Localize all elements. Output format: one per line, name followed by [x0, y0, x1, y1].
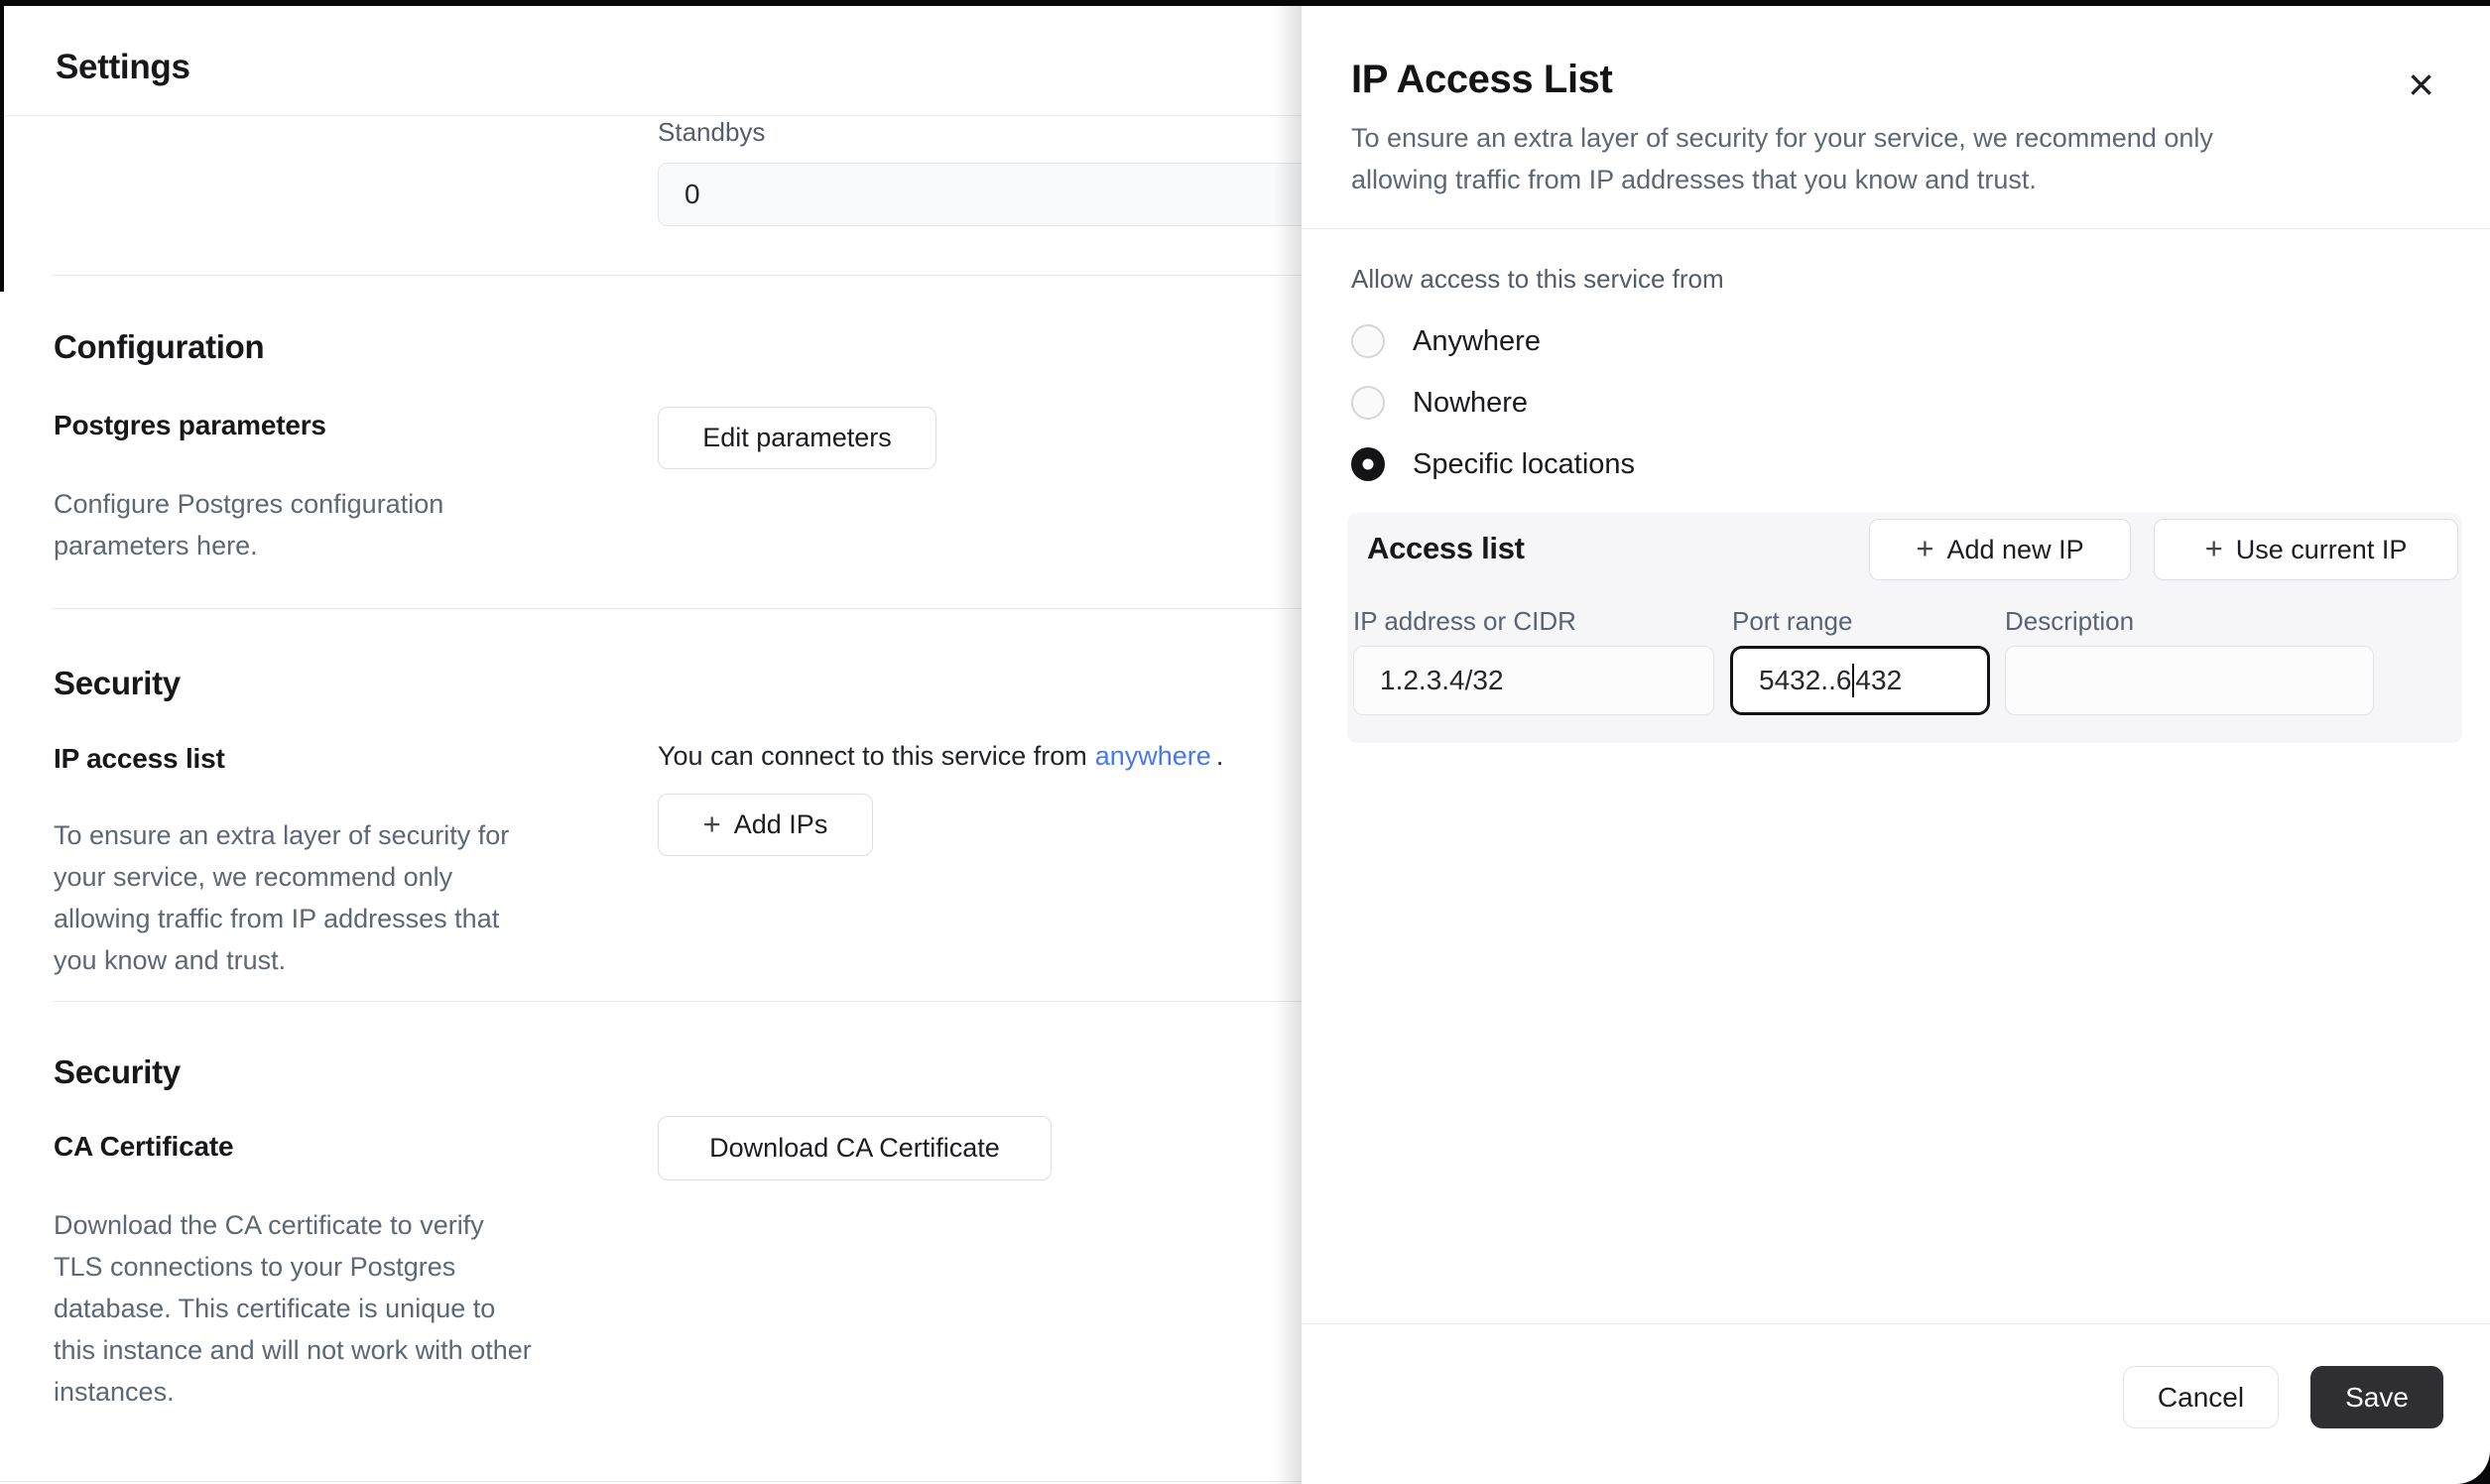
- ip-access-list-drawer: IP Access List × To ensure an extra laye…: [1302, 6, 2490, 1484]
- standbys-label: Standbys: [658, 117, 765, 148]
- security-ip-heading: Security: [54, 665, 181, 702]
- column-header-ip: IP address or CIDR: [1353, 606, 1576, 637]
- anywhere-link[interactable]: anywhere: [1095, 741, 1211, 771]
- drawer-divider: [1302, 228, 2490, 229]
- configuration-description: Configure Postgres configuration paramet…: [54, 483, 649, 566]
- add-new-ip-label: Add new IP: [1947, 535, 2084, 565]
- window-frame-edge: [0, 0, 4, 292]
- ip-access-list-label: IP access list: [54, 743, 225, 775]
- drawer-title: IP Access List: [1351, 58, 1612, 102]
- page-title: Settings: [56, 48, 190, 87]
- radio-label: Specific locations: [1413, 448, 1635, 481]
- cancel-button[interactable]: Cancel: [2123, 1366, 2279, 1428]
- ca-certificate-label: CA Certificate: [54, 1131, 233, 1163]
- use-current-ip-label: Use current IP: [2236, 535, 2408, 565]
- ip-address-input[interactable]: 1.2.3.4/32: [1353, 646, 1714, 715]
- radio-option-specific-locations[interactable]: Specific locations: [1351, 446, 1635, 482]
- port-range-value-after-caret: 432: [1855, 665, 1902, 696]
- radio-icon-selected[interactable]: [1351, 447, 1385, 481]
- plus-icon: +: [703, 808, 721, 842]
- radio-icon[interactable]: [1351, 324, 1385, 358]
- radio-label: Nowhere: [1413, 387, 1528, 420]
- configuration-heading: Configuration: [54, 328, 264, 366]
- standbys-input[interactable]: 0: [658, 163, 1352, 226]
- add-new-ip-button[interactable]: + Add new IP: [1869, 519, 2131, 580]
- use-current-ip-button[interactable]: + Use current IP: [2154, 519, 2458, 580]
- description-input[interactable]: [2005, 646, 2374, 715]
- drawer-shadow: [1274, 6, 1302, 1484]
- radio-option-nowhere[interactable]: Nowhere: [1351, 385, 1528, 421]
- plus-icon: +: [1916, 533, 1933, 566]
- ip-access-description: To ensure an extra layer of security for…: [54, 814, 649, 981]
- add-ips-label: Add IPs: [734, 809, 828, 840]
- postgres-parameters-label: Postgres parameters: [54, 410, 326, 441]
- edit-parameters-button[interactable]: Edit parameters: [658, 407, 936, 469]
- text-cursor: [1852, 664, 1854, 697]
- access-list-panel: Access list + Add new IP + Use current I…: [1347, 513, 2462, 743]
- ip-address-value: 1.2.3.4/32: [1380, 665, 1504, 696]
- connect-period: .: [1216, 741, 1224, 771]
- radio-option-anywhere[interactable]: Anywhere: [1351, 323, 1541, 359]
- ca-certificate-description: Download the CA certificate to verify TL…: [54, 1204, 669, 1413]
- security-ca-heading: Security: [54, 1053, 181, 1091]
- download-ca-certificate-button[interactable]: Download CA Certificate: [658, 1116, 1052, 1180]
- plus-icon: +: [2205, 533, 2223, 566]
- close-icon[interactable]: ×: [2408, 62, 2434, 107]
- column-header-description: Description: [2005, 606, 2134, 637]
- connect-text: You can connect to this service from: [658, 741, 1087, 771]
- column-header-port: Port range: [1732, 606, 1852, 637]
- add-ips-button[interactable]: + Add IPs: [658, 794, 873, 856]
- radio-icon[interactable]: [1351, 386, 1385, 420]
- drawer-footer-divider: [1302, 1323, 2490, 1324]
- save-button[interactable]: Save: [2310, 1366, 2443, 1428]
- access-list-heading: Access list: [1367, 531, 1525, 566]
- allow-access-label: Allow access to this service from: [1351, 264, 1724, 295]
- port-range-input[interactable]: 5432..6432: [1730, 646, 1990, 715]
- radio-label: Anywhere: [1413, 325, 1541, 358]
- standbys-value: 0: [685, 179, 700, 210]
- port-range-value-before-caret: 5432..6: [1759, 665, 1851, 696]
- connect-line: You can connect to this service from anyw…: [658, 741, 1223, 772]
- drawer-description: To ensure an extra layer of security for…: [1351, 117, 2462, 200]
